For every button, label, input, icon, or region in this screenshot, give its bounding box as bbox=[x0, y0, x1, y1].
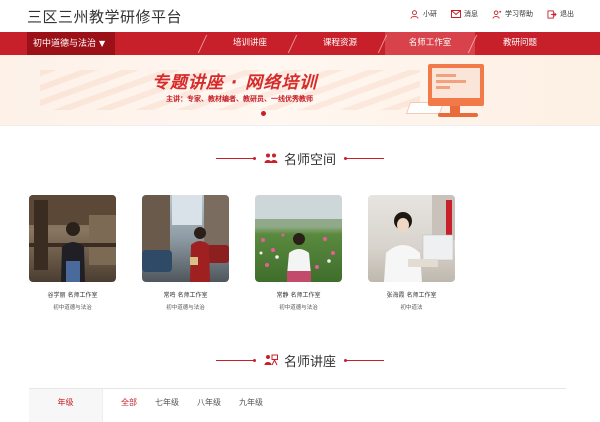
nav-tabs: 培训讲座 课程资源 名师工作室 教研问题 bbox=[205, 32, 565, 55]
teacher-subject: 初中道德与法治 bbox=[279, 305, 318, 311]
section-title-text: 名师讲座 bbox=[283, 354, 336, 370]
site-title[interactable]: 三区三州教学研修平台 bbox=[27, 6, 182, 27]
divider-line bbox=[344, 156, 384, 160]
teacher-card[interactable]: 常静 名师工作室 初中道德与法治 bbox=[255, 195, 342, 311]
teacher-card[interactable]: 张海霞 名师工作室 初中道法 bbox=[368, 195, 455, 311]
teacher-name[interactable]: 谷学丽 名师工作室 bbox=[29, 290, 116, 299]
header-links: 小研 消息 学习帮助 退出 bbox=[410, 9, 574, 19]
header-link-user[interactable]: 小研 bbox=[410, 9, 437, 19]
filter-option-grade9[interactable]: 九年级 bbox=[239, 397, 263, 408]
teacher-card[interactable]: 常鸣 名师工作室 初中道德与法治 bbox=[142, 195, 229, 311]
teacher-photo[interactable] bbox=[255, 195, 342, 282]
header-link-label: 小研 bbox=[423, 10, 437, 18]
divider-line bbox=[344, 358, 384, 362]
carousel-dot[interactable] bbox=[261, 111, 266, 116]
help-person-icon bbox=[492, 9, 502, 19]
teacher-name[interactable]: 常鸣 名师工作室 bbox=[142, 290, 229, 299]
carousel-dots bbox=[261, 111, 266, 116]
filter-option-grade7[interactable]: 七年级 bbox=[155, 397, 179, 408]
filter-label: 年级 bbox=[29, 389, 103, 422]
grade-filter: 年级 全部 七年级 八年级 九年级 bbox=[29, 388, 566, 422]
header-link-label: 学习帮助 bbox=[505, 10, 533, 18]
person-icon bbox=[410, 9, 420, 19]
divider-line bbox=[215, 358, 256, 362]
subject-dropdown[interactable]: 初中道德与法治 ▼ bbox=[27, 32, 115, 55]
nav-tab-courses[interactable]: 课程资源 bbox=[295, 32, 385, 55]
section-title-teachers: 名师空间 bbox=[0, 148, 600, 168]
filter-option-grade8[interactable]: 八年级 bbox=[197, 397, 221, 408]
filter-option-all[interactable]: 全部 bbox=[121, 397, 137, 408]
logout-icon bbox=[547, 9, 557, 19]
header-link-logout[interactable]: 退出 bbox=[547, 9, 574, 19]
nav-tab-studio[interactable]: 名师工作室 bbox=[385, 32, 475, 55]
nav-tab-lectures[interactable]: 培训讲座 bbox=[205, 32, 295, 55]
top-header: 三区三州教学研修平台 小研 消息 学习帮助 退出 bbox=[0, 0, 600, 32]
teacher-subject: 初中道德与法治 bbox=[166, 305, 205, 311]
divider-line bbox=[215, 156, 256, 160]
teacher-card[interactable]: 谷学丽 名师工作室 初中道德与法治 bbox=[29, 195, 116, 311]
mail-icon bbox=[451, 9, 461, 19]
filter-options: 全部 七年级 八年级 九年级 bbox=[121, 397, 263, 408]
monitor-illustration bbox=[428, 64, 484, 106]
teacher-subject: 初中道法 bbox=[400, 305, 423, 311]
teacher-photo[interactable] bbox=[29, 195, 116, 282]
teacher-name[interactable]: 常静 名师工作室 bbox=[255, 290, 342, 299]
teacher-photo[interactable] bbox=[142, 195, 229, 282]
teacher-subject: 初中道德与法治 bbox=[53, 305, 92, 311]
teacher-name[interactable]: 张海霞 名师工作室 bbox=[368, 290, 455, 299]
caret-down-icon: ▼ bbox=[99, 39, 106, 48]
header-link-label: 消息 bbox=[464, 10, 478, 18]
section-title-lectures: 名师讲座 bbox=[0, 350, 600, 370]
promo-banner[interactable]: 专题讲座 · 网络培训 主讲：专家、教材编者、教研员、一线优秀教师 bbox=[0, 55, 600, 126]
banner-subtitle: 主讲：专家、教材编者、教研员、一线优秀教师 bbox=[166, 95, 313, 103]
nav-tab-research[interactable]: 教研问题 bbox=[475, 32, 565, 55]
header-link-label: 退出 bbox=[560, 10, 574, 18]
header-link-messages[interactable]: 消息 bbox=[451, 9, 478, 19]
section-title-text: 名师空间 bbox=[283, 152, 336, 168]
lecturer-icon bbox=[264, 354, 278, 366]
subject-dropdown-label: 初中道德与法治 bbox=[33, 39, 97, 49]
main-nav: 初中道德与法治 ▼ 培训讲座 课程资源 名师工作室 教研问题 bbox=[0, 32, 600, 55]
header-link-help[interactable]: 学习帮助 bbox=[492, 9, 533, 19]
people-group-icon bbox=[264, 153, 278, 163]
teacher-photo[interactable] bbox=[368, 195, 455, 282]
teacher-cards: 谷学丽 名师工作室 初中道德与法治 常鸣 名师工作室 初中道德与法治 常静 名师… bbox=[29, 195, 455, 311]
monitor-base bbox=[438, 113, 478, 117]
banner-title: 专题讲座 · 网络培训 bbox=[152, 73, 318, 93]
